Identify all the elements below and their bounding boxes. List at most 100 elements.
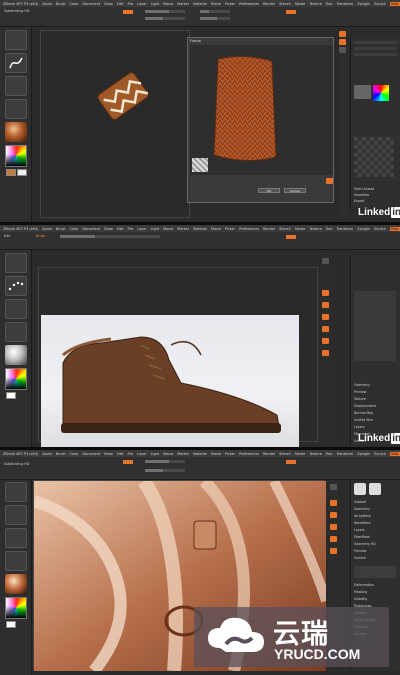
right-item-subtool[interactable]: Subtool [354,500,366,504]
material-sphere-icon[interactable] [5,574,27,594]
menu-item[interactable]: Brush [56,2,66,6]
menu-item[interactable]: Render [263,2,275,6]
mrgb-button[interactable] [286,235,296,239]
menu-item-help[interactable]: Help [389,451,400,456]
texture-icon[interactable] [5,551,27,571]
menu-item-help[interactable]: Help [389,226,400,231]
right-item-export[interactable]: Export [354,199,364,203]
menu-item[interactable]: Edit [117,227,124,231]
stroke-dots-icon[interactable] [5,505,27,525]
menu-item[interactable]: Macro [163,452,173,456]
menu-item[interactable]: File [128,2,134,6]
menu-item[interactable]: Macro [163,2,173,6]
menu-item[interactable]: ZBrush 4R7 P3 (x64) [3,227,38,231]
brush-label[interactable]: Brush [36,234,46,238]
menu-item[interactable]: Zscript [374,227,386,231]
menu-item[interactable]: Movie [211,452,221,456]
menu-item[interactable]: Document [82,227,100,231]
right-item-fibermesh[interactable]: FiberMesh [354,535,370,539]
menu-item[interactable]: Transform [336,452,353,456]
right-item-geometry[interactable]: Geometry [354,507,370,511]
menu-item[interactable]: File [128,227,134,231]
dialog-side-button[interactable] [326,178,333,184]
menu-item[interactable]: Texture [309,227,321,231]
shelf-btn-5[interactable] [322,326,329,332]
rgb-intensity-slider[interactable] [145,460,185,463]
menu-item[interactable]: Stencil [279,452,290,456]
right-item-visibility[interactable]: Visibility [354,597,367,601]
menu-item[interactable]: Document [82,2,100,6]
menu-item[interactable]: Zplugin [357,452,370,456]
draw-size-slider[interactable] [200,17,230,20]
menu-item[interactable]: Brush [56,227,66,231]
right-item-arraymesh[interactable]: ArrayMesh [354,514,371,518]
menu-item[interactable]: Document [82,452,100,456]
menu-item[interactable]: Draw [104,227,113,231]
mrgb-button[interactable] [286,10,296,14]
menu-item[interactable]: Picker [225,452,235,456]
right-item-preview[interactable]: Preview [354,549,366,553]
right-item-layers[interactable]: Layers [354,528,365,532]
right-item-preview[interactable]: Preview [354,390,366,394]
main-color-swatch[interactable] [6,169,16,176]
z-intensity-slider[interactable] [145,469,185,472]
z-intensity-slider[interactable] [145,17,185,20]
menu-item[interactable]: Light [151,227,159,231]
menu-item[interactable]: Tool [326,2,333,6]
main-color-swatch[interactable] [6,621,16,628]
right-item-texture[interactable]: Texture [354,397,366,401]
right-item-displacement[interactable]: Displacement [354,404,376,408]
stroke-dots-icon[interactable] [5,276,27,296]
document-canvas[interactable] [38,267,318,447]
menu-item[interactable]: Draw [104,2,113,6]
right-color-picker-icon[interactable] [373,85,389,101]
menu-item[interactable]: Layer [137,2,146,6]
menu-item[interactable]: Zplugin [357,2,370,6]
brush-icon[interactable] [5,482,27,502]
menu-item[interactable]: Color [70,2,79,6]
menu-item[interactable]: Stroke [295,452,306,456]
menu-item[interactable]: Zscript [374,2,386,6]
menu-item[interactable]: ZBrush 4R7 P3 (x64) [3,452,38,456]
alpha-icon[interactable] [5,528,27,548]
right-item-layers[interactable]: Layers [354,425,365,429]
menu-item[interactable]: Edit [117,452,124,456]
menu-item[interactable]: Render [263,227,275,231]
shelf-btn-1[interactable] [322,258,329,264]
menu-item[interactable]: Transform [336,2,353,6]
zadd-button[interactable] [123,460,133,464]
dialog-cancel-button[interactable]: Cancel [284,188,306,193]
right-item-nanomesh[interactable]: NanoMesh [354,521,371,525]
alpha-icon[interactable] [5,299,27,319]
right-item-surface[interactable]: Surface [354,556,366,560]
menu-item[interactable]: Material [193,2,207,6]
shelf-btn-3[interactable] [330,512,337,518]
menu-item[interactable]: Preferences [239,2,259,6]
texture-icon[interactable] [5,99,27,119]
menu-item[interactable]: Texture [309,2,321,6]
main-color-swatch[interactable] [6,392,16,399]
menu-item[interactable]: Layer [137,452,146,456]
menu-item[interactable]: Macro [163,227,173,231]
menu-item[interactable]: Transform [336,227,353,231]
shelf-btn-3[interactable] [322,302,329,308]
menu-item[interactable]: Stencil [279,2,290,6]
shelf-btn-2[interactable] [322,290,329,296]
shelf-btn-6[interactable] [322,338,329,344]
menu-item[interactable]: Alpha [42,2,52,6]
brush-size-slider[interactable] [60,235,160,238]
shelf-btn-1[interactable] [330,484,337,490]
subtool-thumb-2[interactable] [369,483,381,495]
texture-slot[interactable] [354,85,371,99]
color-picker-icon[interactable] [5,597,27,619]
menu-item[interactable]: Picker [225,227,235,231]
subtool-thumb-1[interactable] [354,483,366,495]
menu-item[interactable]: Light [151,2,159,6]
surface-controls[interactable] [354,566,396,578]
menu-item[interactable]: Movie [211,2,221,6]
color-picker-icon[interactable] [5,145,27,167]
menu-item[interactable]: Marker [177,452,189,456]
menu-item[interactable]: Stroke [295,227,306,231]
menu-item[interactable]: Material [193,452,207,456]
shelf-btn-4[interactable] [322,314,329,320]
